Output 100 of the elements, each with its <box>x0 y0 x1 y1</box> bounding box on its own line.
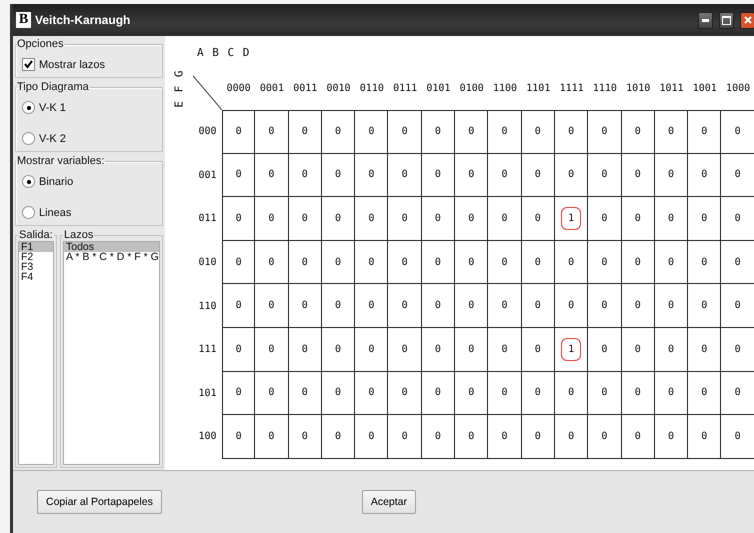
group-title: Mostrar variables: <box>16 155 106 167</box>
cell-value: 0 <box>268 256 274 268</box>
cell-value: 0 <box>302 256 308 268</box>
row-header: 010 <box>197 256 218 270</box>
cell-value: 0 <box>335 169 342 180</box>
cell-value: 0 <box>502 126 508 138</box>
cell-value: 0 <box>568 256 574 268</box>
cell-value: 0 <box>402 344 408 355</box>
cell-value: 0 <box>268 212 274 224</box>
cell-value: 0 <box>268 126 274 138</box>
column-header: 1011 <box>658 82 685 96</box>
cell-value: 0 <box>402 387 408 398</box>
looped-value: 1 <box>561 338 582 361</box>
cell-value: 0 <box>701 212 708 224</box>
cell-value: 0 <box>534 430 541 442</box>
window-title: Veitch-Karnaugh <box>35 13 132 27</box>
row-header: 000 <box>197 125 218 140</box>
cell-value: 0 <box>302 430 308 442</box>
list-item[interactable]: A * B * C * D * F * G <box>64 252 159 262</box>
cell-value: 0 <box>335 126 342 138</box>
cell-value: 0 <box>434 430 441 442</box>
maximize-icon <box>722 16 731 24</box>
minimize-button[interactable] <box>698 12 713 28</box>
cell-value: 0 <box>335 300 342 312</box>
radio-button[interactable] <box>22 175 35 188</box>
cell-value: 0 <box>601 169 608 180</box>
cell-value: 0 <box>236 344 242 355</box>
list-item[interactable]: Todos <box>64 242 159 252</box>
cell-value: 0 <box>734 212 741 224</box>
cell-value: 0 <box>468 387 474 398</box>
list-item[interactable]: F3 <box>19 262 53 272</box>
radio-button[interactable] <box>22 206 35 219</box>
cell-value: 0 <box>468 344 474 355</box>
row-variables: E F G <box>172 68 186 108</box>
row-header: 111 <box>197 343 218 358</box>
cell-value: 0 <box>601 344 608 355</box>
radio-button[interactable] <box>22 101 35 114</box>
row-header: 101 <box>197 386 218 401</box>
cell-value: 0 <box>734 300 741 312</box>
cell-value: 0 <box>468 430 474 442</box>
cell-value: 0 <box>434 387 441 398</box>
cell-value: 0 <box>236 430 242 442</box>
column-header: 0011 <box>292 82 318 96</box>
list-item[interactable]: F4 <box>19 272 53 282</box>
cell-value: 0 <box>368 344 374 355</box>
list-item[interactable]: F2 <box>19 252 53 262</box>
cell-value: 0 <box>335 344 342 355</box>
cell-value: 0 <box>268 344 274 355</box>
column-header: 1000 <box>725 82 752 96</box>
action-button[interactable]: Aceptar <box>362 490 416 514</box>
cell-value: 0 <box>568 126 574 138</box>
column-header: 1111 <box>558 82 585 96</box>
cell-value: 0 <box>634 169 641 180</box>
cell-value: 0 <box>601 387 608 398</box>
cell-value: 0 <box>634 300 641 312</box>
cell-value: 0 <box>434 256 441 268</box>
list-item[interactable]: F1 <box>19 242 53 252</box>
cell-value: 0 <box>534 126 541 138</box>
column-header: 0000 <box>226 82 252 96</box>
cell-value: 0 <box>402 300 408 312</box>
cell-value: 0 <box>701 344 708 355</box>
checkbox[interactable] <box>22 58 35 71</box>
cell-value: 0 <box>502 300 508 312</box>
column-header: 0110 <box>358 82 385 96</box>
cell-value: 0 <box>534 300 541 312</box>
maximize-button[interactable] <box>719 12 734 28</box>
cell-value: 0 <box>236 387 242 398</box>
cell-value: 0 <box>634 212 641 224</box>
cell-value: 0 <box>268 430 274 442</box>
cell-value: 0 <box>701 169 708 180</box>
close-button[interactable] <box>740 12 754 28</box>
radio-button[interactable] <box>22 132 35 145</box>
row-header: 011 <box>197 212 218 226</box>
column-header: 1001 <box>692 82 718 96</box>
cell-value: 0 <box>701 430 708 442</box>
cell-value: 0 <box>468 300 474 312</box>
cell-value: 0 <box>402 169 408 180</box>
cell-value: 0 <box>701 126 708 138</box>
cell-value: 0 <box>434 212 441 224</box>
minimize-icon <box>702 18 709 22</box>
cell-value: 0 <box>268 300 274 312</box>
cell-value: 0 <box>568 430 574 442</box>
cell-value: 0 <box>601 212 608 224</box>
cell-value: 0 <box>701 387 708 398</box>
cell-value: 0 <box>402 430 408 442</box>
cell-value: 0 <box>668 256 674 268</box>
cell-value: 0 <box>601 256 608 268</box>
cell-value: 0 <box>668 126 674 138</box>
cell-value: 0 <box>402 212 408 224</box>
cell-value: 0 <box>668 169 674 180</box>
cell-value: 0 <box>434 300 441 312</box>
action-button[interactable]: Copiar al Portapapeles <box>37 490 162 514</box>
cell-value: 0 <box>534 212 541 224</box>
cell-value: 0 <box>734 430 741 442</box>
cell-value: 0 <box>335 212 342 224</box>
cell-value: 0 <box>634 256 641 268</box>
cell-value: 0 <box>302 126 308 138</box>
cell-value: 0 <box>236 300 242 312</box>
cell-value: 0 <box>734 126 741 138</box>
close-icon <box>744 16 752 24</box>
